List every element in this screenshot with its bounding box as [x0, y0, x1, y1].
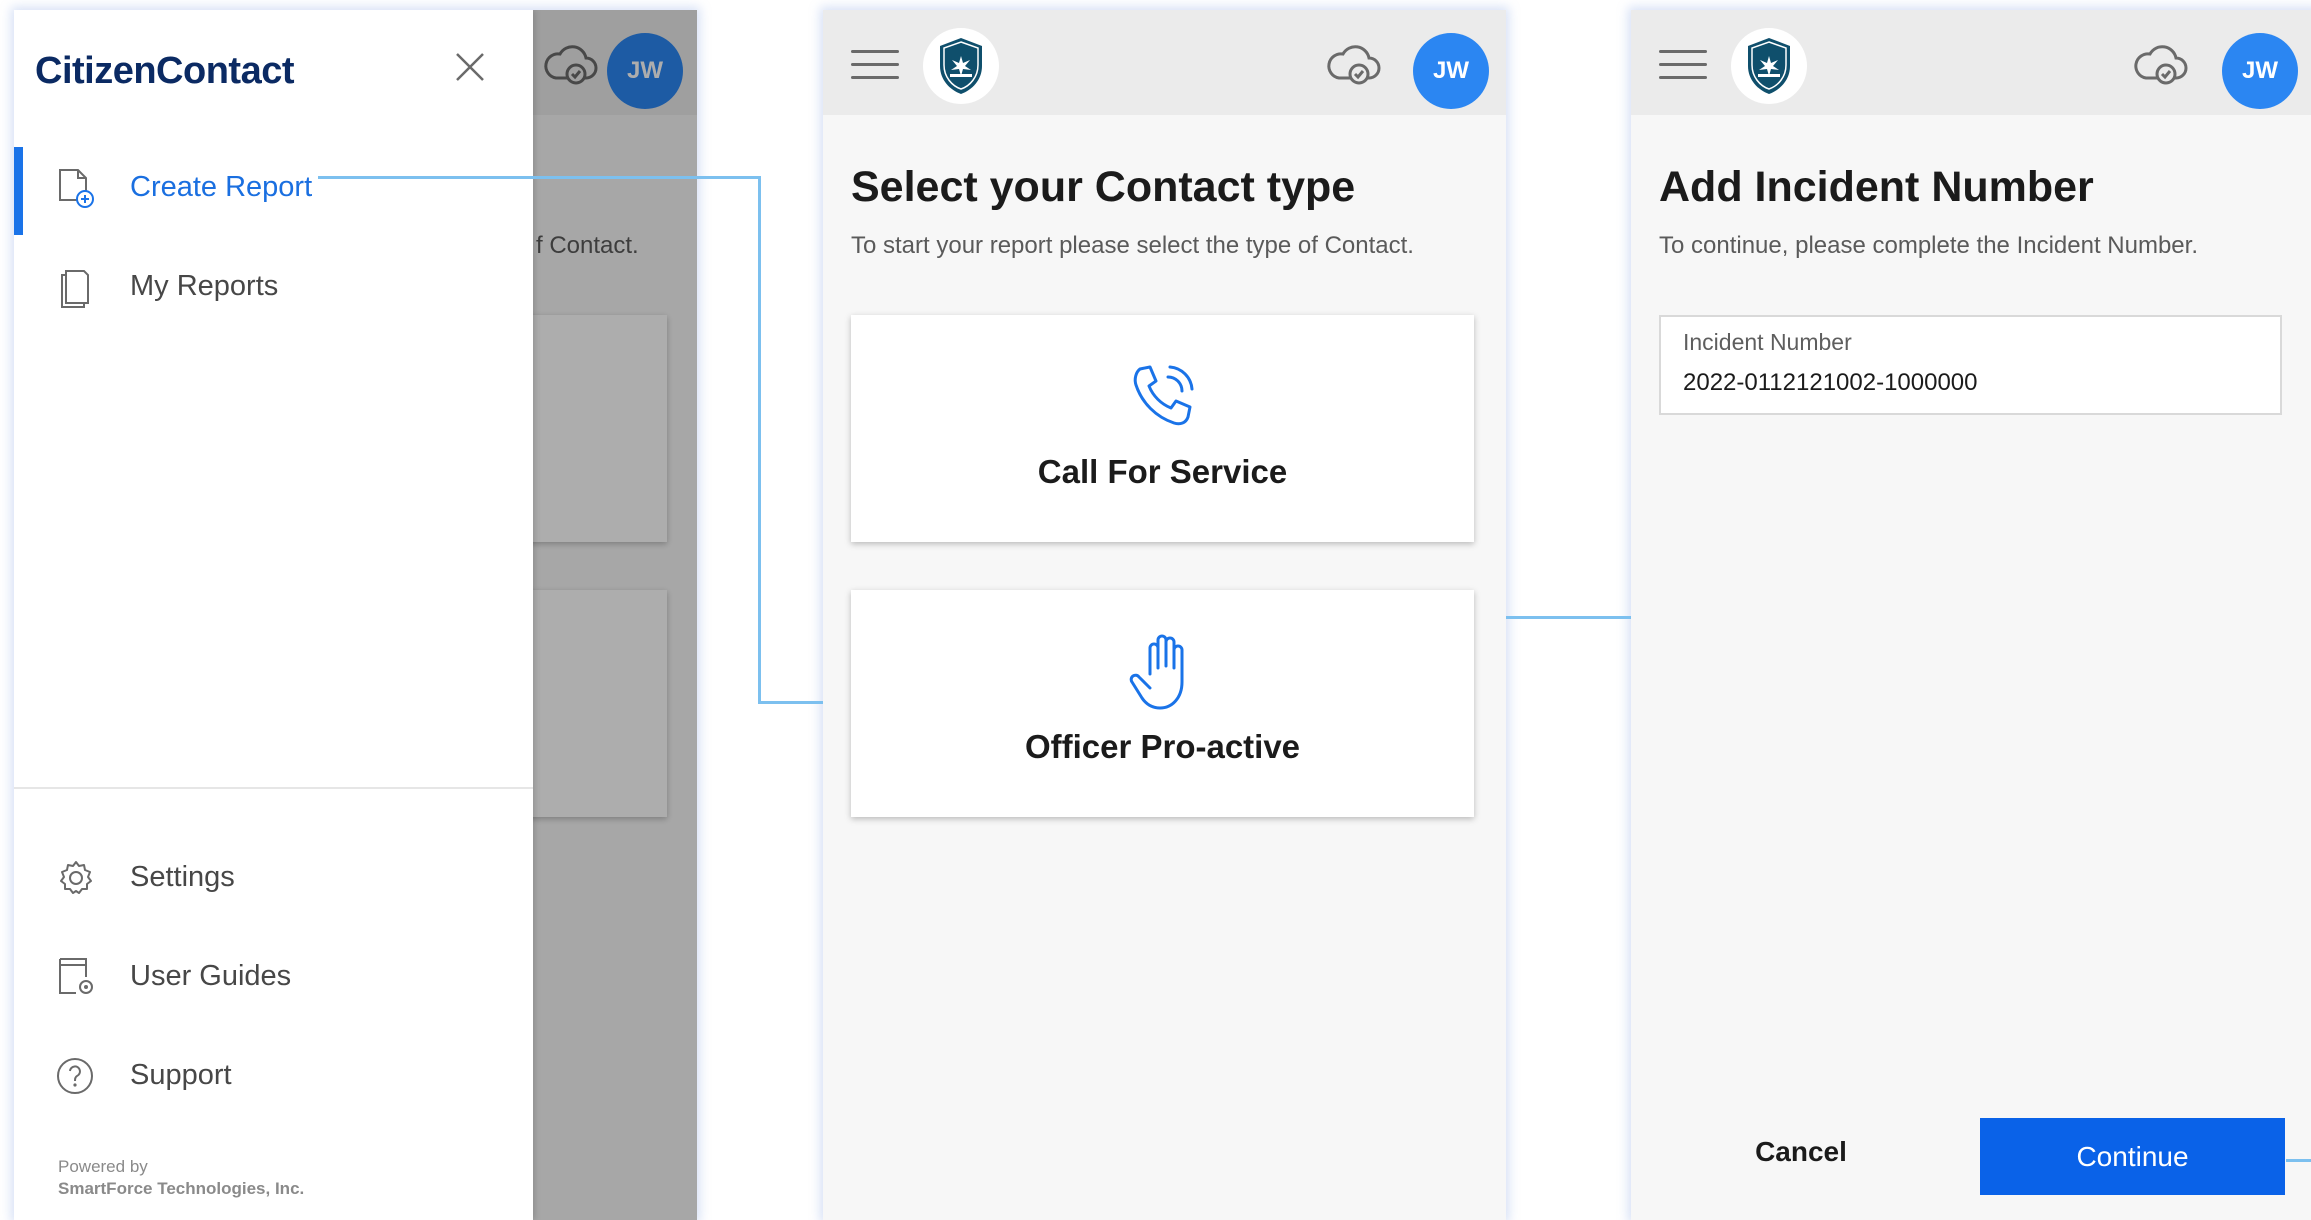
avatar[interactable]: JW [1413, 33, 1489, 109]
cloud-check-icon[interactable] [2132, 40, 2190, 90]
incident-number-field[interactable]: Incident Number 2022-0112121002-1000000 [1659, 315, 2282, 415]
reports-icon [61, 270, 89, 308]
brand-logo: CitizenContact [35, 50, 295, 92]
drawer-item-label: User Guides [130, 960, 292, 992]
drawer-item-label: Settings [130, 861, 235, 893]
contact-option-call-for-service[interactable]: Call For Service [851, 315, 1474, 542]
card-label: Officer Pro-active [1024, 728, 1301, 765]
police-badge-icon [1731, 28, 1807, 104]
police-badge-icon [923, 28, 999, 104]
raised-hand-icon [1129, 634, 1183, 710]
powered-by: Powered by SmartForce Technologies, Inc. [58, 1156, 304, 1200]
incident-number-screen: JW Add Incident Number To continue, plea… [1631, 10, 2311, 1220]
flow-connector [1506, 616, 1631, 619]
hamburger-icon[interactable] [851, 50, 899, 80]
avatar[interactable]: JW [2222, 33, 2298, 109]
flow-connector [758, 176, 761, 704]
nav-drawer-screen: JW f Contact. CitizenContact Create Repo… [14, 10, 697, 1220]
contact-type-screen: JW Select your Contact type To start you… [823, 10, 1506, 1220]
company-name: SmartForce Technologies, Inc. [58, 1179, 305, 1198]
drawer-divider [14, 787, 533, 789]
hamburger-icon[interactable] [1659, 50, 1707, 80]
close-icon[interactable] [451, 48, 489, 86]
page-subtitle: To continue, please complete the Inciden… [1659, 232, 2198, 259]
powered-by-label: Powered by [58, 1157, 148, 1176]
page-subtitle: To start your report please select the t… [851, 232, 1414, 259]
cloud-check-icon[interactable] [1325, 40, 1383, 90]
field-value[interactable]: 2022-0112121002-1000000 [1683, 369, 1978, 397]
flow-connector [2286, 1159, 2311, 1162]
drawer-item-label: Support [130, 1059, 232, 1091]
phone-call-icon [1133, 365, 1193, 426]
flow-connector [758, 701, 823, 704]
drawer-item-label: Create Report [130, 171, 313, 203]
page-title: Add Incident Number [1659, 163, 2094, 211]
card-label: Call For Service [1037, 453, 1288, 490]
cancel-button[interactable]: Cancel [1716, 1117, 1886, 1187]
navigation-drawer: CitizenContact Create Report My Reports [14, 10, 533, 1220]
field-label: Incident Number [1683, 329, 1852, 355]
user-guides-icon [59, 958, 93, 994]
continue-button[interactable]: Continue [1980, 1118, 2285, 1195]
drawer-item-label: My Reports [130, 270, 279, 302]
help-icon [57, 1058, 93, 1094]
top-app-bar: JW [1631, 10, 2311, 115]
page-title: Select your Contact type [851, 163, 1356, 211]
contact-option-officer-pro-active[interactable]: Officer Pro-active [851, 590, 1474, 817]
active-indicator [14, 147, 23, 235]
create-report-icon [59, 169, 94, 208]
top-app-bar: JW [823, 10, 1506, 115]
gear-icon [60, 861, 92, 894]
flow-connector [318, 176, 761, 179]
